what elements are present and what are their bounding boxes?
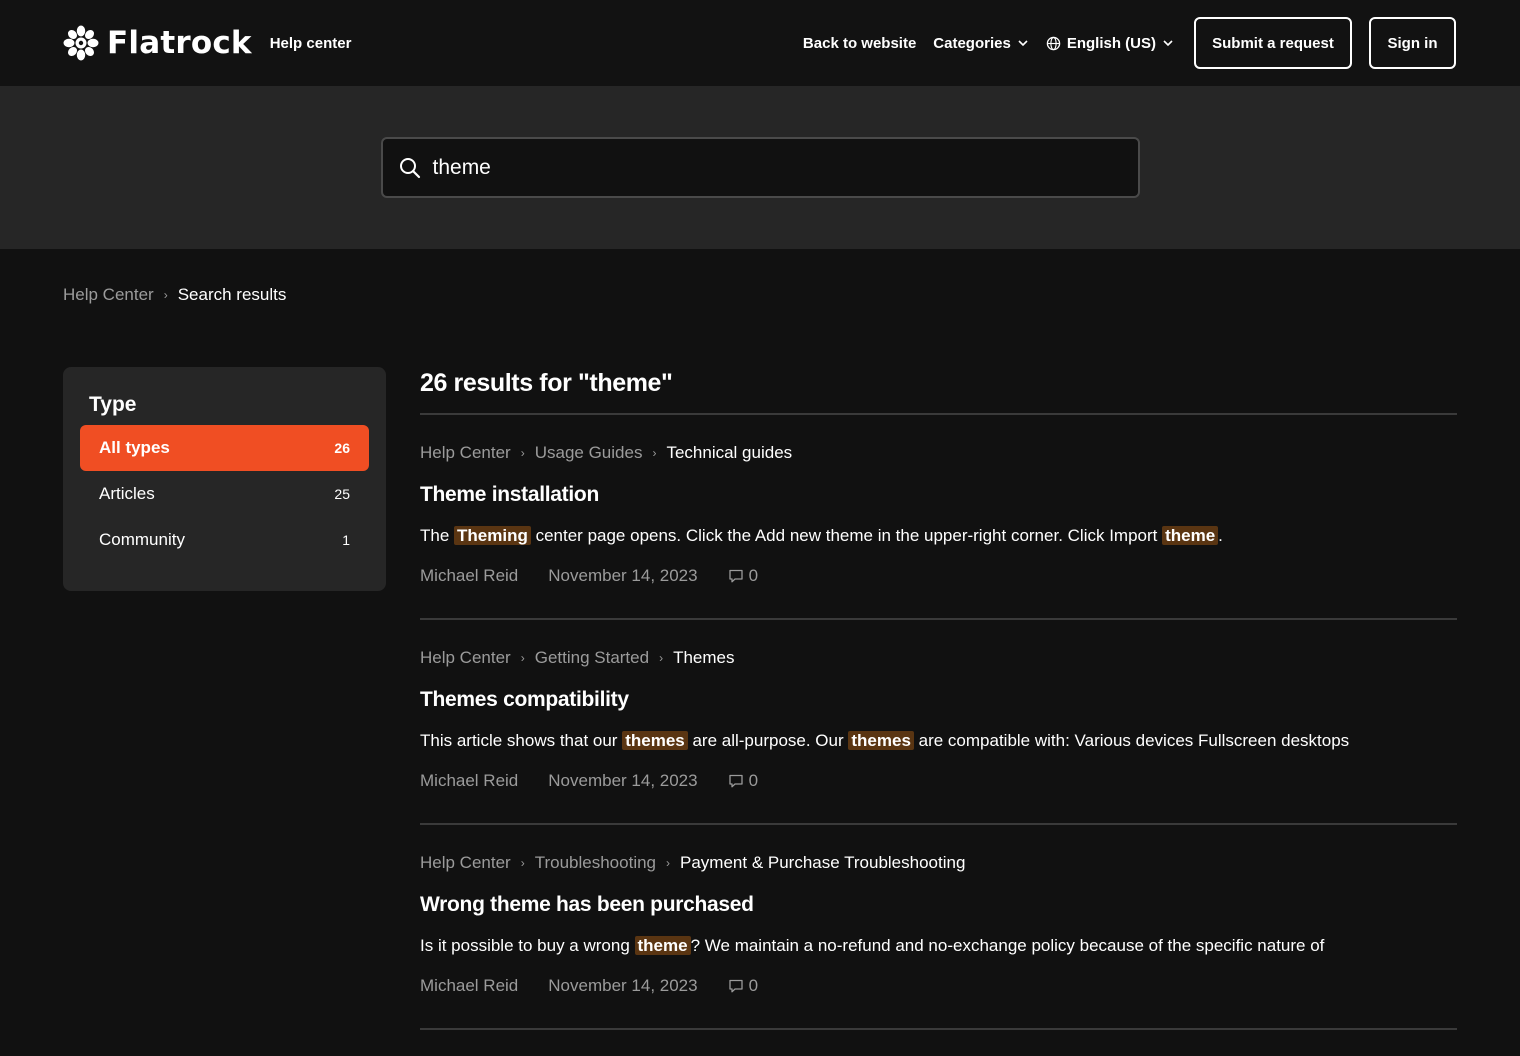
filter-count: 26 <box>334 440 350 456</box>
results-heading: 26 results for "theme" <box>420 367 1457 415</box>
language-label: English (US) <box>1066 34 1156 52</box>
filter-label: Community <box>99 530 185 549</box>
search-highlight: theme <box>634 936 691 955</box>
snippet-text: are all-purpose. Our <box>687 731 849 750</box>
result-date: November 14, 2023 <box>548 566 698 585</box>
breadcrumb-separator: › <box>666 856 671 870</box>
results-list: Help Center › Usage Guides › Technical guide… <box>420 415 1457 1030</box>
comment-count: 0 <box>748 566 759 585</box>
result-comments: 0 <box>728 771 758 791</box>
search-highlight: Theming <box>454 526 531 545</box>
header-nav: Back to website Categories English (US) … <box>803 17 1457 69</box>
language-dropdown[interactable]: English (US) <box>1046 35 1174 52</box>
result-author: Michael Reid <box>420 566 519 585</box>
result-breadcrumb-link[interactable]: Help Center <box>420 853 511 873</box>
categories-dropdown[interactable]: Categories <box>933 35 1029 52</box>
result-breadcrumb-link[interactable]: Themes <box>673 648 734 668</box>
comment-icon <box>728 979 743 993</box>
result-comments: 0 <box>728 976 758 996</box>
breadcrumb-separator: › <box>652 446 657 460</box>
result-breadcrumb: Help Center › Troubleshooting › Payment & Pu… <box>420 853 1457 873</box>
result-snippet: Is it possible to buy a wrong theme? We … <box>420 936 1457 956</box>
sign-in-button[interactable]: Sign in <box>1369 17 1456 69</box>
result-title-link[interactable]: Theme installation <box>420 483 599 507</box>
result-breadcrumb-link[interactable]: Getting Started <box>535 648 649 668</box>
result-breadcrumb: Help Center › Usage Guides › Technical guide… <box>420 443 1457 463</box>
result-breadcrumb-link[interactable]: Usage Guides <box>535 443 643 463</box>
submit-request-button[interactable]: Submit a request <box>1194 17 1352 69</box>
result-date: November 14, 2023 <box>548 976 698 995</box>
result-breadcrumb-link[interactable]: Help Center <box>420 648 511 668</box>
search-input[interactable]: theme <box>380 137 1140 198</box>
filter-count: 25 <box>334 486 350 502</box>
snippet-text: . <box>1218 526 1223 545</box>
brand[interactable]: Flatrock <box>63 25 252 61</box>
result-author: Michael Reid <box>420 976 519 995</box>
snippet-text: center page opens. Click the Add new the… <box>530 526 1163 545</box>
breadcrumb: Help Center › Search results <box>63 285 286 305</box>
breadcrumb-help-center-link[interactable]: Help Center <box>63 285 154 305</box>
breadcrumb-separator: › <box>520 446 525 460</box>
breadcrumb-separator: › <box>659 651 664 665</box>
filter-title: Type <box>89 393 137 416</box>
result-breadcrumb-link[interactable]: Help Center <box>420 443 511 463</box>
result-breadcrumb-link[interactable]: Payment & Purchase Troubleshooting <box>680 853 965 873</box>
result-item: Help Center › Getting Started › Themes Themes… <box>420 620 1457 825</box>
snippet-text: The <box>420 526 455 545</box>
chevron-down-icon <box>1018 40 1028 47</box>
result-comments: 0 <box>728 566 758 586</box>
search-query-text[interactable]: theme <box>433 156 491 180</box>
result-breadcrumb-link[interactable]: Troubleshooting <box>535 853 656 873</box>
result-title-link[interactable]: Themes compatibility <box>420 688 629 712</box>
snippet-text: Is it possible to buy a wrong <box>420 936 635 955</box>
result-item: Help Center › Troubleshooting › Payment & Pu… <box>420 825 1457 1030</box>
categories-label: Categories <box>933 34 1011 52</box>
snippet-text: This article shows that our <box>420 731 623 750</box>
breadcrumb-separator: › <box>163 288 168 302</box>
search-results: 26 results for "theme" Help Center › Usage… <box>420 367 1457 1030</box>
result-meta: Michael Reid November 14, 2023 0 <box>420 771 1457 791</box>
globe-icon <box>1046 36 1061 50</box>
result-title-link[interactable]: Wrong theme has been purchased <box>420 893 754 917</box>
search-highlight: themes <box>848 731 914 750</box>
result-meta: Michael Reid November 14, 2023 0 <box>420 976 1457 996</box>
result-breadcrumb: Help Center › Getting Started › Themes <box>420 648 1457 668</box>
result-date: November 14, 2023 <box>548 771 698 790</box>
search-hero: theme <box>0 86 1520 249</box>
type-filter-panel: Type All types 26 Articles 25 Community … <box>63 367 386 591</box>
filter-community[interactable]: Community 1 <box>80 517 369 563</box>
logo-wordmark: Flatrock <box>107 25 252 61</box>
filter-count: 1 <box>342 532 350 548</box>
breadcrumb-separator: › <box>520 856 525 870</box>
result-snippet: This article shows that our themes are a… <box>420 731 1457 751</box>
filter-all-types[interactable]: All types 26 <box>80 425 369 471</box>
flatrock-logo-icon <box>63 25 99 61</box>
breadcrumb-current: Search results <box>177 285 287 304</box>
back-to-website-label: Back to website <box>802 34 917 52</box>
breadcrumb-separator: › <box>520 651 525 665</box>
result-meta: Michael Reid November 14, 2023 0 <box>420 566 1457 586</box>
filter-articles[interactable]: Articles 25 <box>80 471 369 517</box>
filter-label: All types <box>99 438 170 457</box>
filter-label: Articles <box>99 484 155 503</box>
comment-icon <box>728 569 743 583</box>
search-highlight: theme <box>1162 526 1219 545</box>
comment-count: 0 <box>748 976 759 995</box>
result-author: Michael Reid <box>420 771 519 790</box>
result-item: Help Center › Usage Guides › Technical guide… <box>420 415 1457 620</box>
snippet-text: ? We maintain a no-refund and no-exchang… <box>690 936 1325 955</box>
result-breadcrumb-link[interactable]: Technical guides <box>666 443 792 463</box>
comment-count: 0 <box>748 771 759 790</box>
back-to-website-link[interactable]: Back to website <box>803 35 916 52</box>
result-snippet: The Theming center page opens. Click the… <box>420 526 1457 546</box>
top-navigation-bar: Flatrock Help center Back to website Cat… <box>0 0 1520 86</box>
comment-icon <box>728 774 743 788</box>
search-icon <box>399 157 420 178</box>
snippet-text: are compatible with: Various devices Ful… <box>913 731 1350 750</box>
chevron-down-icon <box>1163 40 1173 47</box>
search-highlight: themes <box>622 731 688 750</box>
help-center-label[interactable]: Help center <box>270 35 352 52</box>
